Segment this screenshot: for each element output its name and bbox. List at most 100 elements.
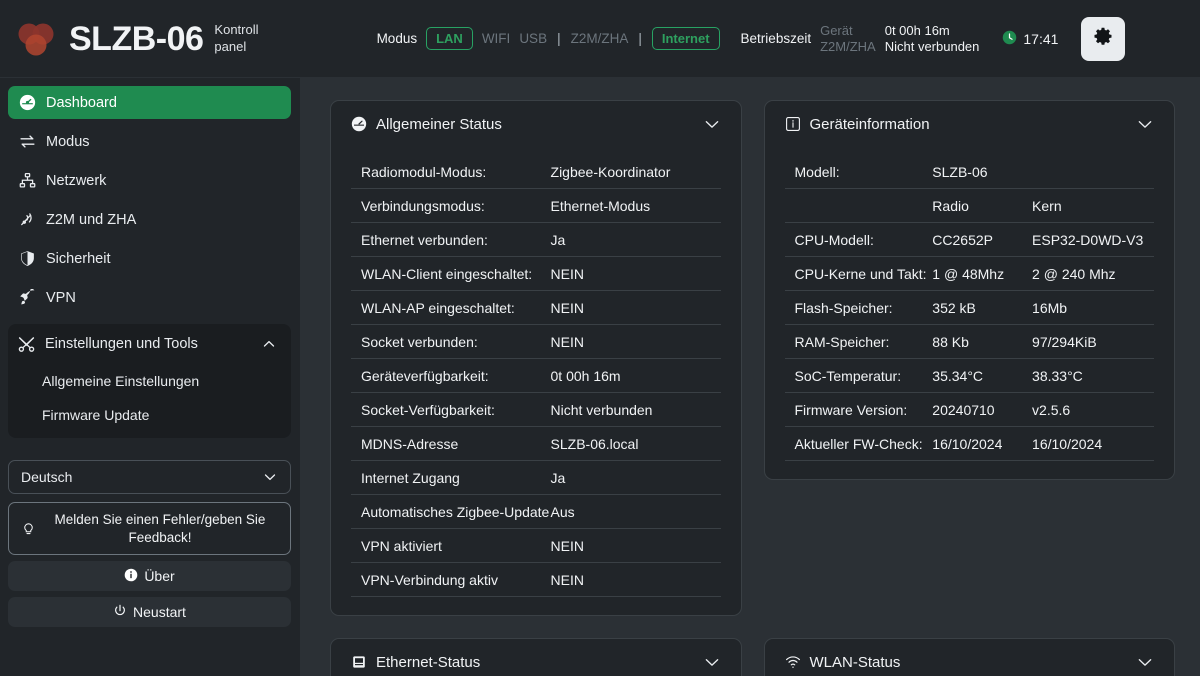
sidebar-item-label: VPN (46, 289, 76, 306)
clock-icon (1002, 30, 1017, 48)
table-row: CPU-Modell: CC2652P ESP32-D0WD-V3 (784, 222, 1154, 257)
sidebar-item-label: Sicherheit (46, 250, 111, 267)
restart-button-label: Neustart (133, 604, 186, 621)
chevron-up-icon (261, 336, 277, 352)
row-value: NEIN (550, 256, 721, 291)
chevron-down-icon (262, 469, 278, 485)
feedback-button[interactable]: Melden Sie einen Fehler/geben Sie Feedba… (8, 502, 291, 556)
row-value-radio: SLZB-06 (932, 155, 1033, 189)
general-status-rows: Radiomodul-Modus: Zigbee-Koordinator Verbi… (351, 155, 721, 597)
sidebar-group-settings: Einstellungen und Tools Allgemeine Einst… (8, 324, 291, 438)
arrows-exchange-icon (18, 133, 36, 151)
uptime-grid: Gerät 0t 00h 16m Z2M/ZHA Nicht verbunden (820, 23, 979, 54)
table-row: Geräteverfügbarkeit: 0t 00h 16m (351, 358, 721, 393)
row-key: Automatisches Zigbee-Update (351, 494, 551, 529)
sidebar-item-label: Z2M und ZHA (46, 211, 137, 228)
sidebar-item-einstellungen-und-tools[interactable]: Einstellungen und Tools (8, 324, 291, 364)
card-wifi-status-header[interactable]: WLAN-Status (785, 653, 1155, 671)
chevron-down-icon[interactable] (1136, 653, 1154, 671)
gear-icon (1093, 27, 1113, 50)
sidebar-item-netzwerk[interactable]: Netzwerk (8, 164, 291, 197)
chevron-down-icon[interactable] (1136, 115, 1154, 133)
table-row: Aktueller FW-Check: 16/10/2024 16/10/2024 (784, 426, 1154, 461)
table-row: Automatisches Zigbee-Update Aus (351, 494, 721, 529)
card-device-information-header[interactable]: Geräteinformation (785, 115, 1155, 139)
tools-icon (18, 336, 35, 353)
row-value: NEIN (550, 528, 721, 563)
card-device-information: Geräteinformation Modell: SLZB-06 Radio Ker… (763, 100, 1175, 480)
status-badge-lan[interactable]: LAN (426, 26, 473, 51)
sidebar-subitem-allgemeine-einstellungen[interactable]: Allgemeine Einstellungen (8, 364, 291, 398)
clock-time: 17:41 (1023, 30, 1059, 47)
uptime-device-value: 0t 00h 16m (884, 23, 950, 38)
app-root: SLZB-06 Kontroll panel Modus LAN WIFI US… (0, 0, 1200, 676)
row-key: Internet Zugang (351, 460, 551, 495)
restart-button[interactable]: Neustart (8, 597, 291, 628)
row-key: Geräteverfügbarkeit: (351, 358, 551, 393)
row-value: SLZB-06.local (550, 426, 721, 461)
row-value-core: Kern (1032, 188, 1154, 223)
main-content: Allgemeiner Status Radiomodul-Modus: Zigb… (300, 78, 1200, 676)
sidebar-item-sicherheit[interactable]: Sicherheit (8, 242, 291, 275)
sidebar-subitem-label: Allgemeine Einstellungen (42, 373, 200, 389)
table-row: Socket-Verfügbarkeit: Nicht verbunden (351, 392, 721, 427)
sidebar-item-modus[interactable]: Modus (8, 125, 291, 158)
page-title: SLZB-06 (69, 19, 204, 58)
card-general-status-header[interactable]: Allgemeiner Status (351, 115, 721, 139)
brand: SLZB-06 Kontroll panel (14, 17, 314, 61)
card-ethernet-status-header[interactable]: Ethernet-Status (351, 653, 721, 671)
row-value-radio: Radio (932, 188, 1033, 223)
sidebar-item-dashboard[interactable]: Dashboard (8, 86, 291, 119)
table-row: Modell: SLZB-06 (784, 155, 1154, 189)
settings-button[interactable] (1081, 16, 1126, 61)
table-row: SoC-Temperatur: 35.34°C 38.33°C (784, 358, 1154, 393)
row-value: Ja (550, 460, 721, 495)
row-key: Socket-Verfügbarkeit: (351, 392, 551, 427)
chevron-down-icon[interactable] (703, 653, 721, 671)
sidebar-item-vpn[interactable]: VPN (8, 281, 291, 314)
about-button[interactable]: Über (8, 561, 291, 592)
general-status-table: Radiomodul-Modus: Zigbee-Koordinator Verbi… (351, 155, 721, 597)
device-info-table: Modell: SLZB-06 Radio Kern CPU-Modell: CC2652… (784, 155, 1154, 461)
row-value: Ethernet-Modus (550, 188, 721, 223)
card-general-status: Allgemeiner Status Radiomodul-Modus: Zigb… (330, 100, 742, 616)
status-usb: USB (519, 31, 548, 46)
row-value: Zigbee-Koordinator (550, 155, 721, 189)
row-key: Aktueller FW-Check: (784, 426, 933, 461)
table-row: Ethernet verbunden: Ja (351, 222, 721, 257)
sidebar-item-z2m-zha[interactable]: Z2M und ZHA (8, 203, 291, 236)
status-wifi: WIFI (481, 31, 511, 46)
row-value-radio: 88 Kb (932, 324, 1033, 359)
about-button-label: Über (144, 568, 175, 585)
uptime-z2m-key: Z2M/ZHA (820, 39, 876, 54)
status-z2m-zha: Z2M/ZHA (570, 31, 629, 46)
ethernet-port-icon (351, 654, 367, 670)
row-key: RAM-Speicher: (784, 324, 933, 359)
table-row: VPN aktiviert NEIN (351, 528, 721, 563)
table-row: VPN-Verbindung aktiv NEIN (351, 562, 721, 597)
status-badge-internet[interactable]: Internet (651, 26, 720, 51)
sidebar-subitem-label: Firmware Update (42, 407, 150, 423)
row-key: Firmware Version: (784, 392, 933, 427)
row-key: CPU-Modell: (784, 222, 933, 257)
table-row: CPU-Kerne und Takt: 1 @ 48Mhz 2 @ 240 Mhz (784, 256, 1154, 291)
row-value-core (1032, 155, 1154, 189)
chevron-down-icon[interactable] (703, 115, 721, 133)
row-value-core: v2.5.6 (1032, 392, 1154, 427)
wifi-icon (785, 654, 801, 670)
language-select[interactable]: Deutsch (8, 460, 291, 494)
row-value-radio: 16/10/2024 (932, 426, 1033, 461)
row-value: NEIN (550, 290, 721, 325)
table-row: WLAN-AP eingeschaltet: NEIN (351, 290, 721, 325)
row-key: VPN-Verbindung aktiv (351, 562, 551, 597)
table-row: Flash-Speicher: 352 kB 16Mb (784, 290, 1154, 325)
sidebar-item-label: Dashboard (46, 94, 117, 111)
sidebar-group-label: Einstellungen und Tools (45, 336, 198, 352)
sidebar-subitem-firmware-update[interactable]: Firmware Update (8, 398, 291, 432)
trefoil-circles-logo (14, 17, 58, 61)
row-key: VPN aktiviert (351, 528, 551, 563)
brand-subtitle: Kontroll panel (214, 22, 259, 54)
row-value-core: 38.33°C (1032, 358, 1154, 393)
broadcast-icon (18, 211, 36, 229)
clock: 17:41 (1002, 30, 1058, 48)
